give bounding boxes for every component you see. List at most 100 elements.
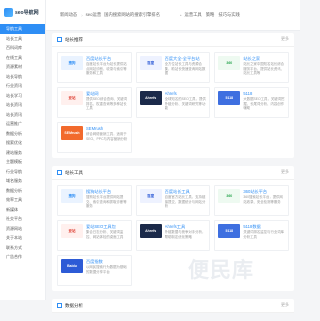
site-logo-icon: 360 <box>218 56 241 70</box>
card-description: 提供SEO综合查询、关键词排名、权重查询等多种站长工具 <box>86 97 128 111</box>
topnav-item-tips[interactable]: 技巧与实践 <box>218 12 239 18</box>
sidebar-item[interactable]: 资源网站 <box>0 224 45 234</box>
sidebar-item[interactable]: 站长导航 <box>0 72 45 82</box>
site-card[interactable]: Ahrefs Ahrefs工具 外链数据与竞争对手分析，帮助制定优化策略 <box>135 220 211 251</box>
site-card[interactable]: 5118 5118 大数据SEO工具，关键词挖掘、长尾词分析、内容创作辅助 <box>214 87 289 118</box>
section-title: 站长工具 <box>65 169 83 175</box>
section-header: 站长工具 <box>52 166 294 180</box>
card-description: 外链数据与竞争对手分析，帮助制定优化策略 <box>164 230 206 239</box>
sidebar-item[interactable]: 导航工具 <box>0 24 45 34</box>
sidebar-item[interactable]: 效率工具 <box>0 195 45 205</box>
topnav-item-strategy[interactable]: 策略 <box>206 12 215 18</box>
section-icon <box>57 303 62 308</box>
card-description: 集合日志分析、关键词监控、网站体检的桌面工具 <box>86 230 124 239</box>
site-card[interactable]: Ahrefs Ahrefs 全球知名的SEO工具，提供外链分析、关键词研究等功能 <box>135 87 211 118</box>
card-body: 爱站SEO工具包 集合日志分析、关键词监控、网站体检的桌面工具 <box>86 224 128 247</box>
site-logo[interactable]: seo导航网 <box>0 0 45 24</box>
section-data: 数据分析 更多 <box>52 299 294 313</box>
site-logo-icon: 爱站 <box>61 224 83 238</box>
sidebar-item[interactable]: 站长资讯 <box>0 100 45 110</box>
sidebar-item[interactable]: 站长工具 <box>0 34 45 44</box>
site-logo-icon: 爱站 <box>61 91 83 105</box>
site-logo-icon: 百度 <box>139 189 162 203</box>
site-logo-icon: 5118 <box>218 91 241 105</box>
site-card[interactable]: 百度 百度站长工具 百度官方站长工具，支持链接提交、数据统计与网站分析 <box>135 185 211 216</box>
sidebar-item[interactable]: 联系方式 <box>0 243 45 253</box>
more-link[interactable]: 更多 <box>281 169 289 175</box>
card-body: 百度站长平台 百度站长平台为站长提供站点网站诊断、收录与索引等服务和工具 <box>86 56 128 79</box>
site-card[interactable]: 爱站 爱站网 提供SEO综合查询、关键词排名、权重查询等多种站长工具 <box>57 87 132 118</box>
sidebar-item[interactable]: 资源素材 <box>0 62 45 72</box>
sidebar-item[interactable]: 社交平台 <box>0 214 45 224</box>
section-title: 站长推荐 <box>65 36 83 42</box>
section-title: 数据分析 <box>65 302 83 308</box>
sidebar-item[interactable]: 站长资讯 <box>0 110 45 120</box>
site-card[interactable]: Baidu 百度指数 以网民搜索行为数据为基础的数据分享平台 <box>57 255 132 286</box>
sidebar-item[interactable]: 搜索优化 <box>0 138 45 148</box>
topnav-item-tools[interactable]: 运营工具 <box>185 12 202 18</box>
site-card[interactable]: 360 360站长平台 360搜索站长平台，提供网站收录、安全检测等服务 <box>214 185 289 216</box>
card-body: 5118数据 关键词排名监控与行业词库分析工具 <box>243 224 285 247</box>
site-logo-icon: Ahrefs <box>139 91 162 105</box>
logo-icon <box>4 7 13 17</box>
site-card[interactable]: 搜狗 百度站长平台 百度站长平台为站长提供站点网站诊断、收录与索引等服务和工具 <box>57 52 132 83</box>
sidebar-item[interactable]: 运营推广 <box>0 119 45 129</box>
sidebar-item[interactable]: 广告合作 <box>0 252 45 262</box>
section-icon <box>57 37 62 42</box>
site-logo-icon: SEMrush <box>61 126 83 140</box>
card-body: 站长之家 站长之家中国知名站长综合服务平台，提供站长资讯、站长工具等 <box>243 56 285 79</box>
topnav-item-rank[interactable]: 国内搜索网站的搜索引擎排名 <box>104 12 160 18</box>
site-card[interactable]: 爱站 爱站SEO工具包 集合日志分析、关键词监控、网站体检的桌面工具 <box>57 220 132 251</box>
card-body: 360站长平台 360搜索站长平台，提供网站收录、安全检测等服务 <box>243 189 285 212</box>
top-nav: 新闻动态 › seo运营 国内搜索网站的搜索引擎排名 • 运营工具 策略 技巧与… <box>46 0 300 31</box>
sidebar-item[interactable]: 行业资讯 <box>0 81 45 91</box>
card-description: 以网民搜索行为数据为基础的数据分享平台 <box>86 265 127 274</box>
topnav-item-seo[interactable]: seo运营 <box>86 12 102 18</box>
card-body: Ahrefs工具 外链数据与竞争对手分析，帮助制定优化策略 <box>165 224 207 247</box>
card-body: Ahrefs 全球知名的SEO工具，提供外链分析、关键词研究等功能 <box>165 91 207 114</box>
sidebar-item[interactable]: 在线工具 <box>0 53 45 63</box>
site-logo-icon: 5118 <box>218 224 241 238</box>
site-logo-icon: 360 <box>218 189 241 203</box>
card-description: 全球知名的SEO工具，提供外链分析、关键词研究等功能 <box>164 97 206 111</box>
sidebar: seo导航网 导航工具 站长工具 百科词库 在线工具 资源素材 站长导航 行业资讯 站长学习站… <box>0 0 46 300</box>
card-grid: 搜狗 百度站长平台 百度站长平台为站长提供站点网站诊断、收录与索引等服务和工具 百度百… <box>52 47 294 158</box>
site-logo-icon: Baidu <box>61 259 83 273</box>
card-body: 5118 大数据SEO工具，关键词挖掘、长尾词分析、内容创作辅助 <box>243 91 285 114</box>
card-body: SEMrush 综合网络营销工具，适用于SEO、PPC与内容营销分析 <box>86 126 128 149</box>
separator-icon: › <box>81 12 83 18</box>
site-card[interactable]: 搜狗 搜狗站长平台 搜狗站长平台提供网站提交、索引查询和抓取诊断等服务 <box>57 185 132 216</box>
site-card[interactable]: 百度 百度大全-全平台站 全方位站长工具与资源合集，助站长快速查询网站数据 <box>135 52 211 83</box>
sidebar-item[interactable]: 行业导航 <box>0 167 45 177</box>
site-card[interactable]: 360 站长之家 站长之家中国知名站长综合服务平台，提供站长资讯、站长工具等 <box>214 52 289 83</box>
card-description: 百度站长平台为站长提供站点网站诊断、收录与索引等服务和工具 <box>86 62 127 76</box>
section-recommend: 站长推荐 更多 搜狗 百度站长平台 百度站长平台为站长提供站点网站诊断、收录与索引等… <box>52 33 294 158</box>
card-description: 搜狗站长平台提供网站提交、索引查询和抓取诊断等服务 <box>86 195 127 209</box>
site-logo-icon: 百度 <box>139 56 162 70</box>
sidebar-item[interactable]: 主题模板 <box>0 157 45 167</box>
site-card[interactable]: 5118 5118数据 关键词排名监控与行业词库分析工具 <box>214 220 289 251</box>
sidebar-item[interactable]: 数据分析 <box>0 186 45 196</box>
card-description: 全方位站长工具与资源合集，助站长快速查询网站数据 <box>164 62 206 76</box>
card-body: 百度站长工具 百度官方站长工具，支持链接提交、数据统计与网站分析 <box>165 189 207 212</box>
sidebar-item[interactable]: 关于本站 <box>0 233 45 243</box>
site-logo-icon: Ahrefs <box>139 224 162 238</box>
card-body: 百度指数 以网民搜索行为数据为基础的数据分享平台 <box>86 259 128 282</box>
sidebar-nav: 导航工具 站长工具 百科词库 在线工具 资源素材 站长导航 行业资讯 站长学习 站长资讯 站长资讯… <box>0 24 45 262</box>
sidebar-item[interactable]: 数据分析 <box>0 129 45 139</box>
site-card[interactable]: SEMrush SEMrush 综合网络营销工具，适用于SEO、PPC与内容营销分析 <box>57 122 132 153</box>
card-grid: 搜狗 搜狗站长平台 搜狗站长平台提供网站提交、索引查询和抓取诊断等服务 百度 百度站长工… <box>52 180 294 291</box>
site-logo-icon: 搜狗 <box>61 189 83 203</box>
card-description: 站长之家中国知名站长综合服务平台，提供站长资讯、站长工具等 <box>243 62 285 76</box>
sidebar-item[interactable]: 建站服务 <box>0 148 45 158</box>
sidebar-item[interactable]: 域名服务 <box>0 176 45 186</box>
card-description: 大数据SEO工具，关键词挖掘、长尾词分析、内容创作辅助 <box>243 97 285 111</box>
sidebar-item[interactable]: 站长学习 <box>0 91 45 101</box>
bullet-icon: • <box>180 12 182 18</box>
topnav-item-news[interactable]: 新闻动态 <box>60 12 77 18</box>
more-link[interactable]: 更多 <box>281 36 289 42</box>
more-link[interactable]: 更多 <box>281 302 289 308</box>
sidebar-item[interactable]: 百科词库 <box>0 43 45 53</box>
card-description: 360搜索站长平台，提供网站收录、安全检测等服务 <box>243 195 283 204</box>
sidebar-item[interactable]: 新媒体 <box>0 205 45 215</box>
